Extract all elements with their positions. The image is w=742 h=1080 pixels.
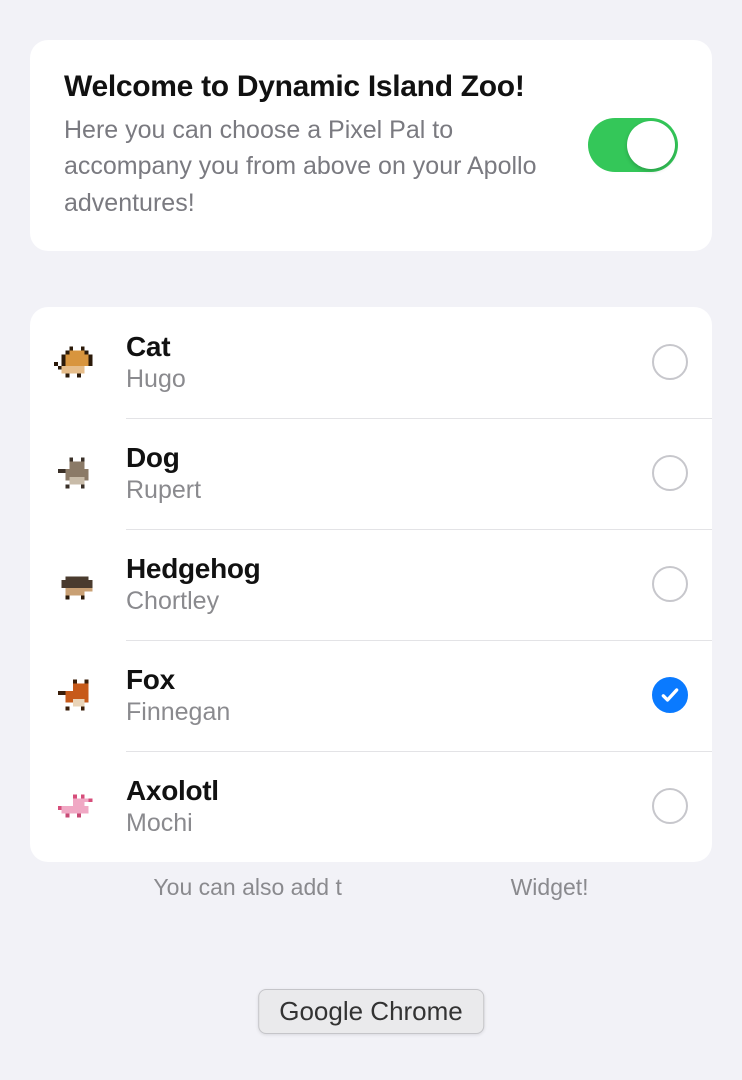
list-item-name: Rupert bbox=[126, 476, 652, 505]
radio-unselected[interactable] bbox=[652, 566, 688, 602]
list-item-name: Chortley bbox=[126, 587, 652, 616]
welcome-title: Welcome to Dynamic Island Zoo! bbox=[64, 70, 564, 104]
cat-pixel-icon bbox=[54, 341, 100, 383]
pixel-pal-list: Cat Hugo Dog Rupert bbox=[30, 307, 712, 862]
checkmark-icon bbox=[660, 685, 680, 705]
list-item-species: Fox bbox=[126, 664, 652, 696]
list-item-species: Cat bbox=[126, 331, 652, 363]
list-item-axolotl[interactable]: Axolotl Mochi bbox=[30, 751, 712, 862]
enable-toggle[interactable] bbox=[588, 118, 678, 172]
dog-pixel-icon bbox=[54, 452, 100, 494]
axolotl-pixel-icon bbox=[54, 785, 100, 827]
list-item-species: Dog bbox=[126, 442, 652, 474]
footer-hint: You can also add tGoogle Chrome Widget! bbox=[30, 874, 712, 901]
list-item-cat[interactable]: Cat Hugo bbox=[30, 307, 712, 418]
welcome-text-block: Welcome to Dynamic Island Zoo! Here you … bbox=[64, 70, 564, 221]
radio-unselected[interactable] bbox=[652, 344, 688, 380]
list-item-fox[interactable]: Fox Finnegan bbox=[30, 640, 712, 751]
list-item-dog[interactable]: Dog Rupert bbox=[30, 418, 712, 529]
list-item-name: Finnegan bbox=[126, 698, 652, 727]
list-item-name: Hugo bbox=[126, 365, 652, 394]
welcome-description: Here you can choose a Pixel Pal to accom… bbox=[64, 112, 564, 221]
fox-pixel-icon bbox=[54, 674, 100, 716]
list-item-species: Axolotl bbox=[126, 775, 652, 807]
radio-unselected[interactable] bbox=[652, 455, 688, 491]
list-item-hedgehog[interactable]: Hedgehog Chortley bbox=[30, 529, 712, 640]
welcome-card: Welcome to Dynamic Island Zoo! Here you … bbox=[30, 40, 712, 251]
radio-selected[interactable] bbox=[652, 677, 688, 713]
list-item-species: Hedgehog bbox=[126, 553, 652, 585]
toggle-knob bbox=[627, 121, 675, 169]
hedgehog-pixel-icon bbox=[54, 563, 100, 605]
app-switcher-badge[interactable]: Google Chrome bbox=[258, 989, 484, 1034]
list-item-name: Mochi bbox=[126, 809, 652, 838]
radio-unselected[interactable] bbox=[652, 788, 688, 824]
